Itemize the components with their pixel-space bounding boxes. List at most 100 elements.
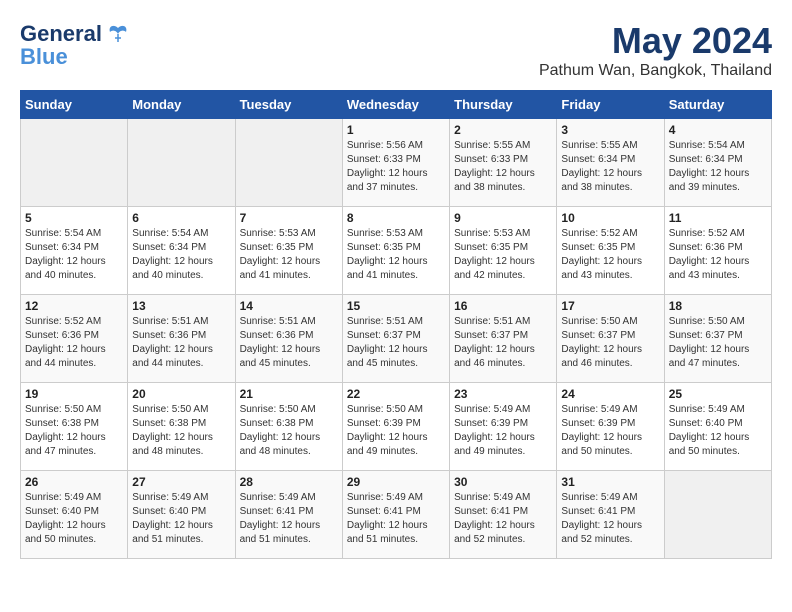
day-number: 18: [669, 299, 767, 313]
sunset-text: Sunset: 6:39 PM: [454, 418, 528, 429]
calendar-week-3: 12 Sunrise: 5:52 AM Sunset: 6:36 PM Dayl…: [21, 295, 772, 383]
daylight-text: Daylight: 12 hours and 45 minutes.: [347, 344, 428, 369]
sunrise-text: Sunrise: 5:49 AM: [561, 404, 637, 415]
sunset-text: Sunset: 6:37 PM: [561, 330, 635, 341]
daylight-text: Daylight: 12 hours and 51 minutes.: [132, 520, 213, 545]
day-info: Sunrise: 5:53 AM Sunset: 6:35 PM Dayligh…: [454, 227, 552, 283]
day-info: Sunrise: 5:56 AM Sunset: 6:33 PM Dayligh…: [347, 139, 445, 195]
sunset-text: Sunset: 6:37 PM: [669, 330, 743, 341]
day-info: Sunrise: 5:50 AM Sunset: 6:38 PM Dayligh…: [132, 403, 230, 459]
sunset-text: Sunset: 6:34 PM: [25, 242, 99, 253]
calendar-cell: 9 Sunrise: 5:53 AM Sunset: 6:35 PM Dayli…: [450, 207, 557, 295]
daylight-text: Daylight: 12 hours and 42 minutes.: [454, 256, 535, 281]
daylight-text: Daylight: 12 hours and 49 minutes.: [454, 432, 535, 457]
sunrise-text: Sunrise: 5:51 AM: [132, 316, 208, 327]
calendar-week-2: 5 Sunrise: 5:54 AM Sunset: 6:34 PM Dayli…: [21, 207, 772, 295]
day-number: 8: [347, 211, 445, 225]
sunset-text: Sunset: 6:37 PM: [347, 330, 421, 341]
sunrise-text: Sunrise: 5:53 AM: [454, 228, 530, 239]
sunrise-text: Sunrise: 5:49 AM: [669, 404, 745, 415]
sunrise-text: Sunrise: 5:49 AM: [240, 492, 316, 503]
day-number: 5: [25, 211, 123, 225]
day-number: 21: [240, 387, 338, 401]
sunrise-text: Sunrise: 5:50 AM: [25, 404, 101, 415]
sunset-text: Sunset: 6:34 PM: [132, 242, 206, 253]
sunrise-text: Sunrise: 5:49 AM: [347, 492, 423, 503]
day-number: 29: [347, 475, 445, 489]
day-number: 28: [240, 475, 338, 489]
day-number: 7: [240, 211, 338, 225]
day-info: Sunrise: 5:50 AM Sunset: 6:38 PM Dayligh…: [240, 403, 338, 459]
sunrise-text: Sunrise: 5:54 AM: [669, 140, 745, 151]
sunset-text: Sunset: 6:33 PM: [347, 154, 421, 165]
location-title: Pathum Wan, Bangkok, Thailand: [539, 62, 772, 80]
day-number: 25: [669, 387, 767, 401]
sunset-text: Sunset: 6:40 PM: [669, 418, 743, 429]
daylight-text: Daylight: 12 hours and 38 minutes.: [454, 168, 535, 193]
day-info: Sunrise: 5:51 AM Sunset: 6:37 PM Dayligh…: [347, 315, 445, 371]
day-info: Sunrise: 5:49 AM Sunset: 6:39 PM Dayligh…: [454, 403, 552, 459]
sunrise-text: Sunrise: 5:49 AM: [454, 404, 530, 415]
calendar-cell: [235, 119, 342, 207]
sunrise-text: Sunrise: 5:50 AM: [347, 404, 423, 415]
calendar-cell: 6 Sunrise: 5:54 AM Sunset: 6:34 PM Dayli…: [128, 207, 235, 295]
calendar-cell: 13 Sunrise: 5:51 AM Sunset: 6:36 PM Dayl…: [128, 295, 235, 383]
sunrise-text: Sunrise: 5:51 AM: [454, 316, 530, 327]
daylight-text: Daylight: 12 hours and 52 minutes.: [454, 520, 535, 545]
day-number: 4: [669, 123, 767, 137]
day-info: Sunrise: 5:53 AM Sunset: 6:35 PM Dayligh…: [240, 227, 338, 283]
day-number: 9: [454, 211, 552, 225]
day-info: Sunrise: 5:49 AM Sunset: 6:40 PM Dayligh…: [669, 403, 767, 459]
day-info: Sunrise: 5:49 AM Sunset: 6:39 PM Dayligh…: [561, 403, 659, 459]
day-info: Sunrise: 5:54 AM Sunset: 6:34 PM Dayligh…: [669, 139, 767, 195]
sunset-text: Sunset: 6:37 PM: [454, 330, 528, 341]
daylight-text: Daylight: 12 hours and 40 minutes.: [132, 256, 213, 281]
calendar-cell: 3 Sunrise: 5:55 AM Sunset: 6:34 PM Dayli…: [557, 119, 664, 207]
logo-bird-icon: [104, 20, 132, 48]
day-number: 3: [561, 123, 659, 137]
calendar-cell: 26 Sunrise: 5:49 AM Sunset: 6:40 PM Dayl…: [21, 471, 128, 559]
calendar-week-4: 19 Sunrise: 5:50 AM Sunset: 6:38 PM Dayl…: [21, 383, 772, 471]
day-number: 20: [132, 387, 230, 401]
sunrise-text: Sunrise: 5:49 AM: [132, 492, 208, 503]
day-number: 16: [454, 299, 552, 313]
day-number: 17: [561, 299, 659, 313]
sunrise-text: Sunrise: 5:51 AM: [240, 316, 316, 327]
sunset-text: Sunset: 6:35 PM: [454, 242, 528, 253]
sunset-text: Sunset: 6:40 PM: [25, 506, 99, 517]
daylight-text: Daylight: 12 hours and 43 minutes.: [561, 256, 642, 281]
sunset-text: Sunset: 6:38 PM: [132, 418, 206, 429]
daylight-text: Daylight: 12 hours and 45 minutes.: [240, 344, 321, 369]
daylight-text: Daylight: 12 hours and 41 minutes.: [240, 256, 321, 281]
daylight-text: Daylight: 12 hours and 48 minutes.: [240, 432, 321, 457]
header-friday: Friday: [557, 91, 664, 119]
daylight-text: Daylight: 12 hours and 50 minutes.: [669, 432, 750, 457]
day-info: Sunrise: 5:54 AM Sunset: 6:34 PM Dayligh…: [132, 227, 230, 283]
calendar-week-5: 26 Sunrise: 5:49 AM Sunset: 6:40 PM Dayl…: [21, 471, 772, 559]
day-number: 26: [25, 475, 123, 489]
daylight-text: Daylight: 12 hours and 37 minutes.: [347, 168, 428, 193]
daylight-text: Daylight: 12 hours and 49 minutes.: [347, 432, 428, 457]
calendar-cell: 10 Sunrise: 5:52 AM Sunset: 6:35 PM Dayl…: [557, 207, 664, 295]
calendar-week-1: 1 Sunrise: 5:56 AM Sunset: 6:33 PM Dayli…: [21, 119, 772, 207]
calendar-cell: 25 Sunrise: 5:49 AM Sunset: 6:40 PM Dayl…: [664, 383, 771, 471]
day-number: 6: [132, 211, 230, 225]
sunrise-text: Sunrise: 5:55 AM: [454, 140, 530, 151]
calendar-cell: 8 Sunrise: 5:53 AM Sunset: 6:35 PM Dayli…: [342, 207, 449, 295]
day-info: Sunrise: 5:49 AM Sunset: 6:40 PM Dayligh…: [132, 491, 230, 547]
sunset-text: Sunset: 6:41 PM: [454, 506, 528, 517]
day-info: Sunrise: 5:52 AM Sunset: 6:36 PM Dayligh…: [25, 315, 123, 371]
header-monday: Monday: [128, 91, 235, 119]
day-number: 27: [132, 475, 230, 489]
day-number: 2: [454, 123, 552, 137]
day-info: Sunrise: 5:50 AM Sunset: 6:37 PM Dayligh…: [561, 315, 659, 371]
calendar-cell: 12 Sunrise: 5:52 AM Sunset: 6:36 PM Dayl…: [21, 295, 128, 383]
daylight-text: Daylight: 12 hours and 51 minutes.: [347, 520, 428, 545]
sunset-text: Sunset: 6:38 PM: [25, 418, 99, 429]
day-info: Sunrise: 5:55 AM Sunset: 6:34 PM Dayligh…: [561, 139, 659, 195]
header-saturday: Saturday: [664, 91, 771, 119]
calendar-cell: 24 Sunrise: 5:49 AM Sunset: 6:39 PM Dayl…: [557, 383, 664, 471]
calendar-cell: 23 Sunrise: 5:49 AM Sunset: 6:39 PM Dayl…: [450, 383, 557, 471]
day-info: Sunrise: 5:51 AM Sunset: 6:37 PM Dayligh…: [454, 315, 552, 371]
sunset-text: Sunset: 6:34 PM: [669, 154, 743, 165]
